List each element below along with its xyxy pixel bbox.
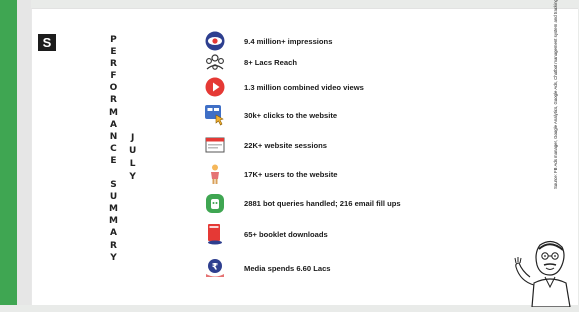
svg-text:₹: ₹	[212, 263, 218, 273]
title-letter: M	[109, 204, 118, 215]
metric-text: 9.4 million+ impressions	[244, 36, 333, 46]
title-letter: S	[110, 180, 117, 191]
title-letter: R	[110, 240, 117, 251]
metric-text: 22K+ website sessions	[244, 140, 327, 150]
side-gap	[17, 0, 31, 305]
metric-row-users: 17K+ users to the website	[204, 163, 337, 185]
metric-row-bot-queries: 2881 bot queries handled; 216 email fill…	[204, 192, 401, 214]
title-letter: R	[110, 59, 117, 70]
metric-row-sessions: 22K+ website sessions	[204, 134, 327, 156]
vertical-title-month: JULY	[129, 132, 136, 184]
booklet-download-icon	[204, 223, 226, 245]
eye-icon	[204, 30, 226, 52]
title-letter: Y	[110, 252, 117, 263]
title-letter: F	[110, 71, 117, 82]
title-letter: M	[109, 107, 118, 118]
performance-slide: S PERFORMANCESUMMARY JULY 9.4 million+ i…	[31, 0, 578, 308]
metric-row-video-views: 1.3 million combined video views	[204, 76, 364, 98]
metric-text: 8+ Lacs Reach	[244, 57, 297, 67]
month-letter: L	[129, 159, 136, 169]
metric-text: 30k+ clicks to the website	[244, 110, 338, 120]
title-letter: E	[110, 155, 117, 166]
source-note: Source: FB Ads manager, Google Analytics…	[553, 0, 558, 189]
month-letter: Y	[129, 172, 136, 182]
metric-row-impressions: 9.4 million+ impressions	[204, 30, 332, 52]
media-spend-icon: ₹	[204, 257, 226, 279]
browser-window-icon	[204, 134, 226, 156]
metric-text: 2881 bot queries handled; 216 email fill…	[244, 198, 401, 208]
metric-row-media-spends: ₹ Media spends 6.60 Lacs	[204, 257, 331, 279]
brand-logo: S	[38, 34, 56, 51]
title-letter: A	[110, 228, 117, 239]
title-letter: O	[109, 83, 118, 94]
vertical-title-performance-summary: PERFORMANCESUMMARY	[109, 34, 118, 264]
title-letter: C	[110, 143, 117, 154]
metric-row-clicks: 30k+ clicks to the website	[204, 104, 337, 126]
title-letter: M	[109, 216, 118, 227]
group-reach-icon	[204, 51, 226, 73]
metric-text: 17K+ users to the website	[244, 169, 338, 179]
metric-text: Media spends 6.60 Lacs	[244, 263, 331, 273]
chatbot-icon	[204, 192, 226, 214]
title-letter: U	[109, 192, 118, 203]
cartoon-mascot-illustration	[512, 237, 578, 308]
metric-text: 1.3 million combined video views	[244, 82, 364, 92]
title-letter: R	[110, 95, 117, 106]
title-letter: A	[110, 119, 117, 130]
month-letter: J	[130, 133, 135, 143]
title-letter: E	[110, 47, 117, 58]
green-side-bar	[0, 0, 17, 305]
title-letter: N	[109, 131, 118, 142]
user-figure-icon	[204, 163, 226, 185]
month-letter: U	[129, 146, 137, 156]
metric-text: 65+ booklet downloads	[244, 229, 328, 239]
metric-row-booklet-downloads: 65+ booklet downloads	[204, 223, 328, 245]
metric-row-reach: 8+ Lacs Reach	[204, 51, 297, 73]
play-button-icon	[204, 76, 226, 98]
click-pointer-icon	[204, 104, 226, 126]
title-letter: P	[110, 35, 117, 45]
